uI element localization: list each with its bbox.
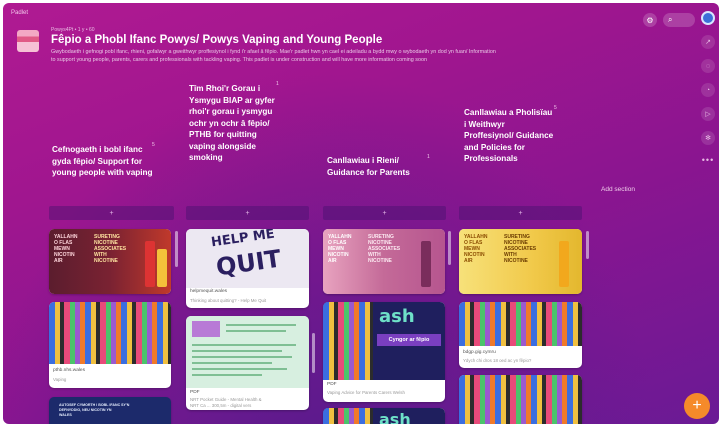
share-icon[interactable]: ↗ — [701, 35, 715, 49]
column-scrollbar[interactable] — [175, 231, 178, 267]
side-rail: ↗ ◌ ◔ ▷ ✻ ••• — [699, 11, 717, 165]
vape-device-image — [157, 249, 167, 287]
post-card[interactable]: HELP ME QUIT helpmequit.wales Thinking a… — [186, 229, 309, 308]
add-post-button[interactable]: + — [323, 206, 446, 220]
avatar[interactable] — [701, 11, 715, 25]
padlet-board: Padlet ⚙ ⌕ ↗ ◌ ◔ ▷ ✻ ••• Powys4Pt • 1 y … — [3, 3, 719, 424]
add-post-button[interactable]: + — [49, 206, 174, 220]
vape-collection-image — [49, 302, 171, 364]
vape-collection-image — [459, 375, 582, 424]
column-count: 5 — [152, 142, 155, 148]
poster-text: QUIT — [214, 244, 283, 282]
post-card[interactable]: PDF NRT Pocket Guide - Mental Health & N… — [186, 316, 309, 410]
board-description-line: to support young people, parents, carers… — [51, 57, 427, 63]
poster-text: AUTOSEF CYMORTH I BOBL IFANC SY'N DEFNYD… — [59, 403, 130, 417]
gear-icon[interactable]: ⚙ — [643, 13, 657, 27]
board-description-line: Gwybodaeth i gefnogi pobl ifanc, rhieni,… — [51, 49, 496, 55]
post-card[interactable]: ash Cyngor ar fêpio PDF Vaping Advice fo… — [323, 302, 445, 402]
post-caption: Thinking about quitting? - Help Me Quit — [190, 298, 267, 303]
poster-text: ash — [379, 306, 415, 327]
poster-text: SURETING NICOTINE ASSOCIATES WITH NICOTI… — [94, 234, 127, 264]
column-scrollbar[interactable] — [586, 231, 589, 259]
app-brand[interactable]: Padlet — [11, 10, 28, 16]
post-caption: Ydych chi dros 18 oed ac yn fêpio? — [463, 358, 532, 363]
post-card[interactable] — [459, 375, 582, 424]
post-card[interactable]: YALLAHN O FLAS MEWN NICOTIN AIR SURETING… — [49, 229, 171, 294]
poster-text: YALLAHN O FLAS MEWN NICOTIN AIR — [464, 234, 488, 264]
add-section-button[interactable]: Add section — [601, 186, 635, 193]
column-title[interactable]: Tîm Rhoi'r Gorau i Ysmygu BIAP ar gyfer … — [189, 83, 281, 164]
vape-device-image — [421, 241, 431, 287]
poster-subtitle: Cyngor ar fêpio — [377, 334, 441, 346]
post-caption: NRT Pocket Guide - Mental Health & — [190, 397, 262, 402]
column-count: 5 — [554, 105, 557, 111]
board-description: Gwybodaeth i gefnogi pobl ifanc, rhieni,… — [51, 48, 651, 64]
column-title[interactable]: Canllawiau a Pholisïau i Weithwyr Proffe… — [464, 107, 556, 165]
poster-text: YALLAHN O FLAS MEWN NICOTIN AIR — [54, 234, 78, 264]
column-count: 1 — [276, 81, 279, 87]
ash-cover-image: ash Cyngor ar fêpio — [323, 302, 445, 380]
board-thumbnail-icon — [17, 30, 39, 52]
post-type-label: PDF — [327, 382, 337, 387]
board-meta: Powys4Pt • 1 y • 60 — [51, 27, 95, 33]
post-caption: Vaping — [53, 377, 67, 382]
vape-device-image — [145, 241, 155, 287]
search-icon[interactable]: ⌕ — [663, 13, 695, 27]
add-post-fab[interactable]: + — [684, 393, 710, 419]
post-caption: NRT Ca ... 300,5m - digital vers — [190, 403, 252, 408]
column-scrollbar[interactable] — [312, 333, 315, 373]
post-card[interactable]: YALLAHN O FLAS MEWN NICOTIN AIR SURETING… — [459, 229, 582, 294]
bell-icon[interactable]: ◔ — [701, 83, 715, 97]
post-card[interactable]: AUTOSEF CYMORTH I BOBL IFANC SY'N DEFNYD… — [49, 397, 171, 424]
post-caption: Vaping Advice for Parents Carers Welsh — [327, 390, 405, 395]
post-card[interactable]: pthb.nhs.wales Vaping — [49, 302, 171, 388]
more-icon[interactable]: ••• — [702, 155, 714, 165]
vape-collection-image — [459, 302, 582, 346]
add-post-button[interactable]: + — [186, 206, 309, 220]
column-title[interactable]: Canllawiau i Rieni/ Guidance for Parents — [327, 155, 427, 178]
post-card[interactable]: YALLAHN O FLAS MEWN NICOTIN AIR SURETING… — [323, 229, 445, 294]
post-link[interactable]: pthb.nhs.wales — [53, 368, 85, 373]
post-card[interactable]: ash — [323, 408, 445, 424]
post-type-label: PDF — [190, 390, 200, 395]
poster-text: YALLAHN O FLAS MEWN NICOTIN AIR — [328, 234, 352, 264]
poster-text: ash — [379, 410, 411, 424]
post-link[interactable]: bdgp.gig.cymru — [463, 350, 496, 355]
poster-text: SURETING NICOTINE ASSOCIATES WITH NICOTI… — [368, 234, 401, 264]
column-count: 1 — [427, 154, 430, 160]
comment-icon[interactable]: ◌ — [701, 59, 715, 73]
gear-icon[interactable]: ✻ — [701, 131, 715, 145]
column-scrollbar[interactable] — [448, 231, 451, 265]
help-me-quit-image: HELP ME QUIT — [186, 229, 309, 288]
play-icon[interactable]: ▷ — [701, 107, 715, 121]
column-title[interactable]: Cefnogaeth i bobl ifanc gyda fêpio/ Supp… — [52, 144, 157, 179]
vape-device-image — [559, 241, 569, 287]
poster-text: SURETING NICOTINE ASSOCIATES WITH NICOTI… — [504, 234, 537, 264]
board-title: Fêpio a Phobl Ifanc Powys/ Powys Vaping … — [51, 34, 383, 46]
add-post-button[interactable]: + — [459, 206, 582, 220]
ash-cover-image: ash — [323, 408, 445, 424]
topbar-actions: ⚙ ⌕ — [643, 13, 695, 27]
pdf-preview-image — [186, 316, 309, 388]
post-link[interactable]: helpmequit.wales — [190, 289, 227, 294]
post-card[interactable]: bdgp.gig.cymru Ydych chi dros 18 oed ac … — [459, 302, 582, 368]
